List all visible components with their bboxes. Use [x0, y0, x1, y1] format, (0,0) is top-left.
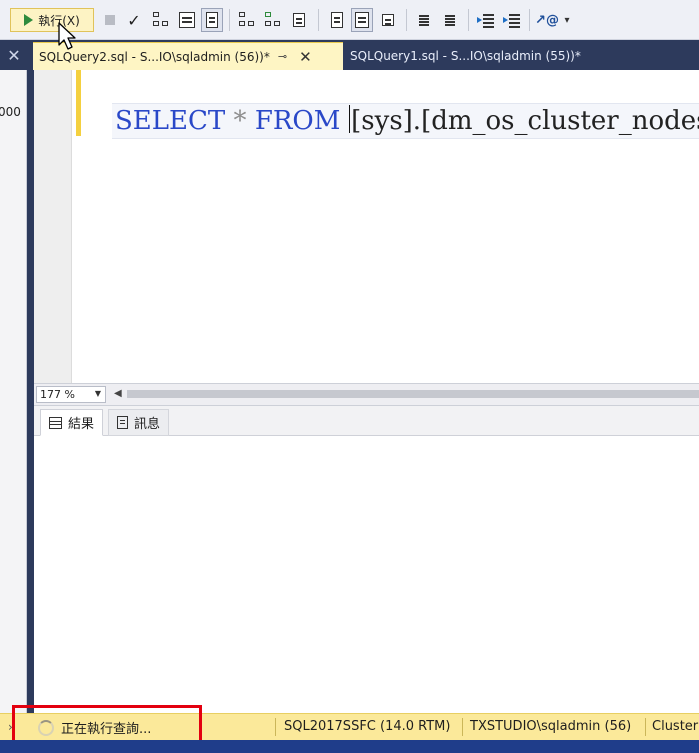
sql-editor-toolbar: 執行(X) ✓ ↗@ ▾ — [0, 0, 699, 40]
status-divider — [462, 718, 463, 736]
results-to-text-icon — [331, 12, 343, 28]
toolbar-separator — [229, 9, 230, 31]
specify-template-values-button[interactable]: ↗@ — [535, 8, 559, 32]
chevron-down-icon: ▾ — [564, 14, 570, 26]
query-plan-icon — [152, 11, 170, 29]
results-to-file-icon — [382, 14, 394, 26]
panel-divider[interactable] — [27, 70, 34, 713]
client-statistics-button[interactable] — [288, 8, 310, 32]
play-icon — [24, 14, 34, 26]
zoom-level-select[interactable]: 177 % ▼ — [36, 386, 106, 403]
editor-gutter — [34, 70, 72, 383]
results-pane: 結果 訊息 — [34, 405, 699, 713]
cancel-query-button[interactable] — [100, 8, 120, 32]
include-actual-plan-button[interactable] — [236, 8, 258, 32]
pin-icon[interactable]: ⊸ — [278, 50, 287, 63]
results-to-text-button[interactable] — [176, 8, 198, 32]
keyword-select: SELECT — [115, 106, 226, 136]
keyword-from: FROM — [254, 106, 341, 136]
editor-zoom-bar: 177 % ▼ ◀ — [34, 383, 699, 405]
decrease-indent-icon — [477, 13, 495, 27]
object-explorer-text: 000 — [0, 105, 21, 119]
display-estimated-plan-button[interactable] — [150, 8, 172, 32]
specify-template-icon: ↗@ — [535, 12, 559, 28]
mouse-cursor-icon — [58, 22, 76, 50]
message-icon — [117, 416, 128, 429]
parse-check-icon: ✓ — [127, 10, 141, 30]
tab-results[interactable]: 結果 — [40, 409, 104, 436]
increase-indent-icon — [503, 13, 521, 27]
taskbar-strip — [0, 740, 699, 753]
status-database: Cluster — [652, 719, 699, 734]
status-login: TXSTUDIO\sqladmin (56) — [470, 719, 632, 734]
toolbar-separator — [318, 9, 319, 31]
toolbar-overflow-button[interactable]: ▾ — [560, 8, 574, 32]
tab-sqlquery1[interactable]: SQLQuery1.sql - S...IO\sqladmin (55))* — [346, 42, 646, 70]
increase-indent-button[interactable] — [501, 8, 523, 32]
tab-messages[interactable]: 訊息 — [108, 409, 170, 436]
comment-button[interactable] — [413, 8, 435, 32]
object-name: [sys].[dm_os_cluster_nodes] — [351, 106, 699, 136]
close-icon[interactable]: ✕ — [0, 40, 28, 70]
zoom-level-value: 177 % — [40, 388, 75, 401]
results-grid-toggle-button[interactable] — [351, 8, 373, 32]
code-line[interactable]: SELECT * FROM [sys].[dm_os_cluster_nodes… — [112, 103, 699, 139]
change-tracking-bar — [76, 70, 81, 136]
parse-button[interactable]: ✓ — [124, 8, 144, 32]
results-to-file-icon — [293, 13, 305, 27]
tab-messages-label: 訊息 — [134, 417, 161, 432]
results-to-grid-button[interactable] — [201, 8, 223, 32]
stop-icon — [105, 15, 115, 25]
toolbar-separator — [529, 9, 530, 31]
uncomment-icon — [443, 13, 457, 27]
highlight-annotation — [12, 705, 202, 743]
operator-star: * — [233, 106, 247, 136]
status-divider — [645, 718, 646, 736]
tab-sqlquery2[interactable]: SQLQuery2.sql - S...IO\sqladmin (56))* ⊸… — [33, 42, 343, 70]
status-divider — [275, 718, 276, 736]
horizontal-scrollbar[interactable] — [127, 390, 699, 398]
scroll-left-icon[interactable]: ◀ — [114, 388, 122, 399]
decrease-indent-button[interactable] — [475, 8, 497, 32]
results-to-grid-icon — [206, 12, 218, 28]
close-icon[interactable]: ✕ — [299, 48, 312, 66]
execute-button[interactable]: 執行(X) — [10, 8, 94, 32]
results-to-text-icon — [179, 12, 195, 28]
live-query-statistics-button[interactable] — [262, 8, 284, 32]
document-tab-strip: ✕ SQLQuery2.sql - S...IO\sqladmin (56))*… — [0, 40, 699, 70]
query-plan-icon — [264, 11, 282, 29]
query-options-button[interactable] — [326, 8, 348, 32]
uncomment-button[interactable] — [439, 8, 461, 32]
results-to-file-button[interactable] — [377, 8, 399, 32]
object-explorer-panel: 000 — [0, 70, 27, 713]
toolbar-separator — [406, 9, 407, 31]
results-to-grid-icon — [355, 12, 369, 28]
grid-icon — [49, 416, 62, 429]
results-tab-bar: 結果 訊息 — [34, 406, 699, 436]
text-caret — [348, 105, 351, 133]
query-plan-icon — [238, 11, 256, 29]
tab-label: SQLQuery1.sql - S...IO\sqladmin (55))* — [350, 49, 581, 63]
comment-icon — [417, 13, 431, 27]
chevron-down-icon: ▼ — [94, 389, 101, 398]
tab-results-label: 結果 — [68, 417, 95, 432]
query-editor[interactable]: SELECT * FROM [sys].[dm_os_cluster_nodes… — [34, 70, 699, 383]
status-server: SQL2017SSFC (14.0 RTM) — [284, 719, 451, 734]
toolbar-separator — [468, 9, 469, 31]
